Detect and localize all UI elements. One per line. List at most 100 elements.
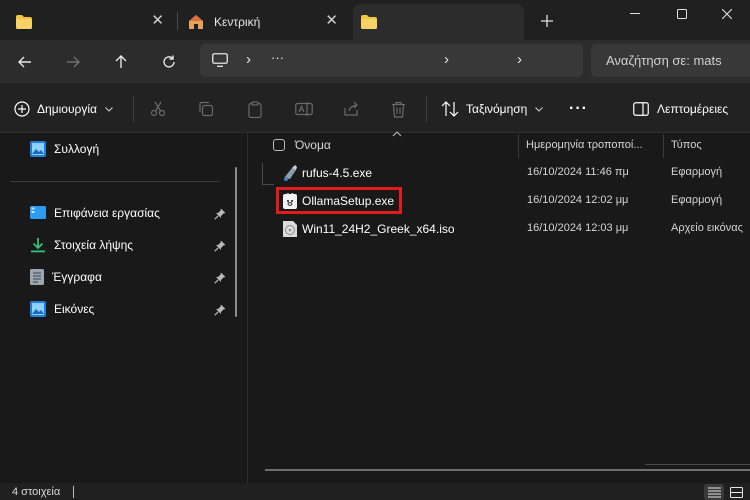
sort-button[interactable]: Ταξινόμηση [441,96,544,122]
computer-icon [212,53,228,67]
copy-icon [199,101,214,117]
sidebar-item-desktop[interactable]: Επιφάνεια εργασίας [30,202,160,224]
details-pane-label: Λεπτομέρειες [657,102,729,116]
minimize-button[interactable] [612,0,658,28]
file-type: Εφαρμογή [671,194,723,206]
share-button[interactable] [343,96,359,122]
share-icon [344,101,358,116]
column-header-date[interactable]: Ημερομηνία τροποποί... [526,139,643,151]
sidebar-item-label: Στοιχεία λήψης [54,238,134,252]
more-icon: ··· [569,100,588,117]
sort-icon [441,101,459,117]
folder-icon [361,15,377,29]
file-name: rufus-4.5.exe [302,166,373,180]
rename-button[interactable] [295,96,313,122]
file-type: Εφαρμογή [671,166,723,178]
new-tab-button[interactable] [538,12,556,30]
up-button[interactable] [107,48,135,76]
pin-icon[interactable] [214,240,226,252]
column-divider[interactable] [663,134,664,158]
scroll-track [645,464,750,465]
copy-button[interactable] [198,96,214,122]
column-divider[interactable] [518,134,519,158]
documents-icon [30,269,44,285]
download-icon [31,238,45,253]
sidebar-item-downloads[interactable]: Στοιχεία λήψης [30,234,133,256]
address-bar[interactable]: › ··· › › [200,44,583,77]
column-header-name[interactable]: Όνομα [295,138,331,152]
tab-home[interactable]: Κεντρική ✕ [180,4,348,40]
sidebar-scrollbar[interactable] [235,167,237,317]
sidebar-item-label: Επιφάνεια εργασίας [54,206,160,220]
close-icon[interactable]: ✕ [151,13,164,28]
table-row[interactable]: Win11_24H2_Greek_x64.iso 16/10/2024 12:0… [262,216,750,242]
minimize-icon [630,13,640,14]
grid-view-icon [729,486,743,498]
tiles-view-button[interactable] [726,484,746,500]
file-date: 16/10/2024 12:03 μμ [527,222,629,234]
close-icon [722,9,732,19]
sidebar-item-documents[interactable]: Έγγραφα [30,266,102,288]
new-button-label: Δημιουργία [37,102,97,116]
breadcrumb-separator[interactable]: › [246,51,251,68]
status-bar [0,483,750,500]
table-row[interactable]: rufus-4.5.exe 16/10/2024 11:46 πμ Εφαρμο… [262,160,750,186]
pin-icon[interactable] [214,208,226,220]
chevron-down-icon [105,106,113,112]
file-type: Αρχείο εικόνας [671,222,743,234]
sidebar-item-label: Έγγραφα [52,270,102,284]
rufus-app-icon [284,165,297,181]
arrow-right-icon [67,56,80,68]
close-icon[interactable]: ✕ [325,13,338,28]
home-icon [189,15,203,29]
delete-button[interactable] [391,96,406,122]
new-button[interactable]: Δημιουργία [14,96,113,122]
select-all-checkbox[interactable] [273,139,285,151]
horizontal-scrollbar[interactable] [265,469,750,471]
back-button[interactable] [11,48,39,76]
disc-image-icon [283,221,297,237]
chevron-down-icon [535,106,544,112]
tab-folder-active[interactable] [353,4,524,40]
forward-button[interactable] [59,48,87,76]
paste-button[interactable] [247,96,263,122]
pin-icon[interactable] [214,304,226,316]
clipboard-icon [248,100,262,118]
maximize-icon [677,9,687,19]
details-pane-button[interactable]: Λεπτομέρειες [633,96,728,122]
sidebar-item-gallery[interactable]: Συλλογή [30,138,99,160]
sort-ascending-icon [392,131,402,137]
close-window-button[interactable] [704,0,750,28]
plus-icon [541,15,553,27]
trash-icon [392,101,405,118]
arrow-up-icon [115,55,127,68]
file-date: 16/10/2024 12:02 μμ [527,194,629,206]
file-name: Win11_24H2_Greek_x64.iso [302,222,455,236]
maximize-button[interactable] [659,0,705,28]
cut-button[interactable] [150,96,166,122]
item-count: 4 στοιχεία [12,486,61,498]
pane-divider[interactable] [247,133,248,483]
details-pane-icon [633,102,649,116]
sidebar-item-label: Εικόνες [54,302,95,316]
arrow-left-icon [18,56,31,68]
breadcrumb-overflow[interactable]: ··· [271,50,284,65]
search-input[interactable]: Αναζήτηση σε: mats [591,44,750,77]
refresh-button[interactable] [155,48,183,76]
column-header-type[interactable]: Τύπος [671,139,702,151]
list-view-icon [707,486,721,498]
pin-icon[interactable] [214,272,226,284]
folder-icon [16,15,32,29]
sidebar-divider [10,181,220,182]
details-view-button[interactable] [704,484,724,500]
tab-folder-1[interactable]: ✕ [6,4,174,40]
desktop-icon [30,206,46,219]
pictures-icon [30,301,46,317]
breadcrumb-separator[interactable]: › [444,51,449,68]
rename-icon [295,102,313,116]
sort-button-label: Ταξινόμηση [466,102,528,116]
breadcrumb-separator[interactable]: › [517,51,522,68]
more-options-button[interactable]: ··· [569,96,588,122]
sidebar-item-pictures[interactable]: Εικόνες [30,298,94,320]
scissors-icon [150,101,166,117]
